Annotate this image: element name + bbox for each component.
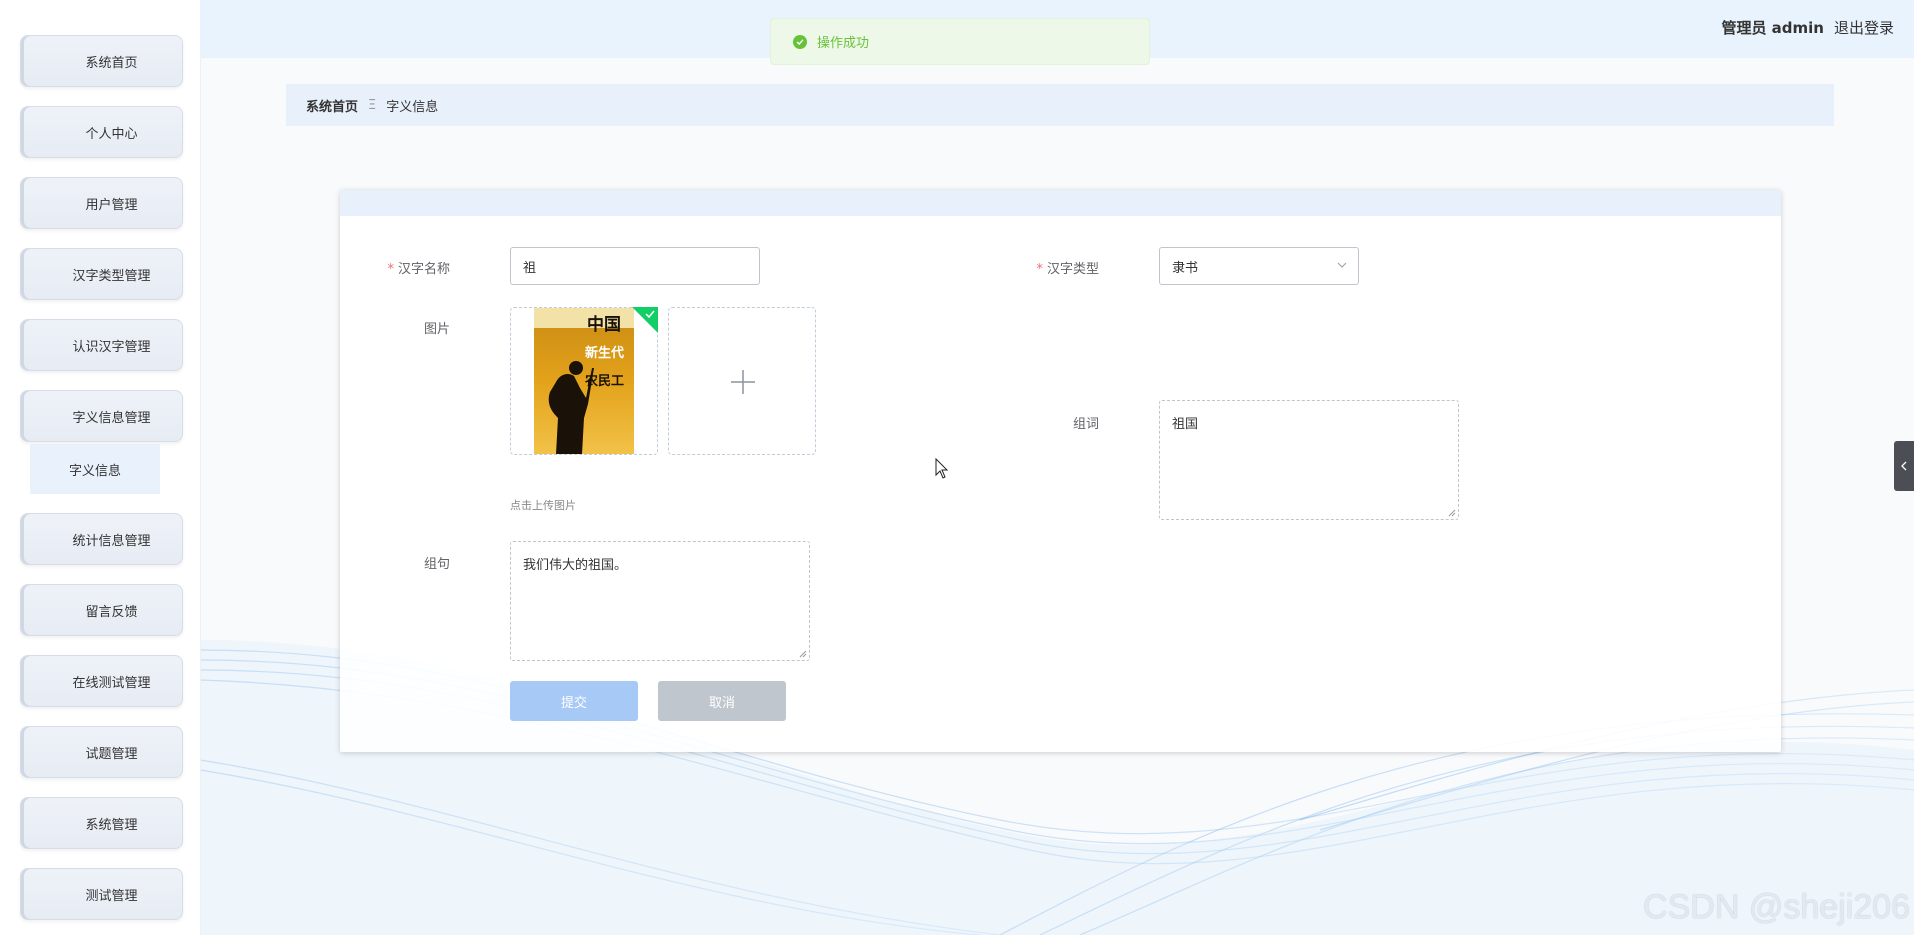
- sidebar-item-label: 系统管理: [85, 817, 138, 833]
- plus-icon: [731, 370, 755, 394]
- phrase-value: 祖国: [1172, 417, 1199, 432]
- sidebar-item-label: 留言反馈: [85, 604, 138, 620]
- sidebar-item-label: 汉字类型管理: [72, 268, 151, 284]
- watermark: CSDN @sheji206: [1643, 888, 1910, 926]
- phrase-label: 组词: [1072, 417, 1099, 432]
- sidebar-item-home[interactable]: 系统首页: [20, 35, 183, 87]
- sidebar-item-questions[interactable]: 试题管理: [20, 726, 183, 778]
- sentence-textarea[interactable]: 我们伟大的祖国。: [510, 541, 810, 661]
- required-mark: *: [1036, 262, 1043, 277]
- collapse-panel-tab[interactable]: [1894, 441, 1914, 491]
- cover-masthead: 中国: [587, 315, 621, 335]
- cover-line-1: 新生代: [585, 346, 625, 361]
- toast-message: 操作成功: [817, 36, 870, 51]
- char-type-value: 隶书: [1172, 260, 1199, 276]
- user-role: 管理员 admin: [1721, 19, 1824, 37]
- sidebar-item-label: 试题管理: [85, 746, 138, 762]
- breadcrumb-current: 字义信息: [386, 99, 439, 115]
- sidebar-item-label: 统计信息管理: [72, 533, 151, 549]
- sidebar-item-label: 认识汉字管理: [72, 339, 151, 355]
- chevron-left-icon: [1901, 461, 1907, 471]
- char-type-label: * 汉字类型: [989, 258, 1099, 277]
- user-info: 管理员 admin 退出登录: [1721, 17, 1894, 38]
- sentence-value: 我们伟大的祖国。: [523, 558, 628, 573]
- image-upload-trigger[interactable]: [668, 307, 816, 455]
- sidebar-item-users[interactable]: 用户管理: [20, 177, 183, 229]
- sidebar-item-test-management[interactable]: 测试管理: [20, 868, 183, 920]
- breadcrumb: 系统首页 Ξ 字义信息: [286, 84, 1834, 126]
- sidebar-item-feedback[interactable]: 留言反馈: [20, 584, 183, 636]
- chevron-down-icon: [1336, 259, 1348, 275]
- cover-line-2: 农民工: [585, 374, 625, 389]
- resize-handle-icon[interactable]: [799, 650, 807, 658]
- sidebar: 系统首页 个人中心 用户管理 汉字类型管理 认识汉字管理 字义信息管理 字义信息…: [0, 0, 201, 935]
- resize-handle-icon[interactable]: [1448, 509, 1456, 517]
- sidebar-item-label: 系统首页: [85, 55, 138, 71]
- sidebar-item-label: 测试管理: [85, 888, 138, 904]
- sidebar-item-label: 用户管理: [85, 197, 138, 213]
- sidebar-item-meanings[interactable]: 字义信息管理: [20, 390, 183, 442]
- phrase-textarea[interactable]: 祖国: [1159, 400, 1459, 520]
- meaning-form-card: * 汉字名称 祖 * 汉字类型 隶书 图片 中国 新生代 农民工 点击上传图片 …: [340, 190, 1781, 752]
- logout-link[interactable]: 退出登录: [1834, 17, 1894, 38]
- upload-success-corner-icon: [632, 307, 658, 333]
- breadcrumb-separator: Ξ: [368, 97, 377, 113]
- sidebar-item-label: 个人中心: [85, 126, 138, 142]
- char-name-value: 祖: [523, 260, 537, 276]
- sidebar-subitem-meaning-info[interactable]: 字义信息: [30, 444, 160, 494]
- sidebar-item-statistics[interactable]: 统计信息管理: [20, 513, 183, 565]
- upload-tip: 点击上传图片: [510, 499, 576, 512]
- char-type-label-text: 汉字类型: [1046, 262, 1099, 277]
- sidebar-subitem-label: 字义信息: [68, 463, 121, 479]
- sidebar-item-system[interactable]: 系统管理: [20, 797, 183, 849]
- char-type-select[interactable]: 隶书: [1159, 247, 1359, 285]
- char-name-label-text: 汉字名称: [397, 262, 450, 277]
- uploaded-image-card[interactable]: 中国 新生代 农民工: [510, 307, 658, 455]
- image-label: 图片: [423, 322, 450, 337]
- success-toast: 操作成功: [770, 18, 1150, 65]
- sidebar-item-learn-chars[interactable]: 认识汉字管理: [20, 319, 183, 371]
- required-mark: *: [387, 262, 394, 277]
- sidebar-item-label: 在线测试管理: [72, 675, 151, 691]
- submit-button[interactable]: 提交: [510, 681, 638, 721]
- char-name-input[interactable]: 祖: [510, 247, 760, 285]
- breadcrumb-home[interactable]: 系统首页: [306, 96, 358, 115]
- mouse-cursor-icon: [935, 458, 949, 479]
- check-circle-icon: [793, 34, 807, 49]
- sidebar-item-profile[interactable]: 个人中心: [20, 106, 183, 158]
- sidebar-item-char-types[interactable]: 汉字类型管理: [20, 248, 183, 300]
- card-header-bar: [340, 190, 1781, 216]
- sidebar-item-label: 字义信息管理: [72, 410, 151, 426]
- cancel-button[interactable]: 取消: [658, 681, 786, 721]
- sidebar-item-online-tests[interactable]: 在线测试管理: [20, 655, 183, 707]
- sentence-label: 组句: [423, 557, 450, 572]
- char-name-label: * 汉字名称: [340, 258, 450, 277]
